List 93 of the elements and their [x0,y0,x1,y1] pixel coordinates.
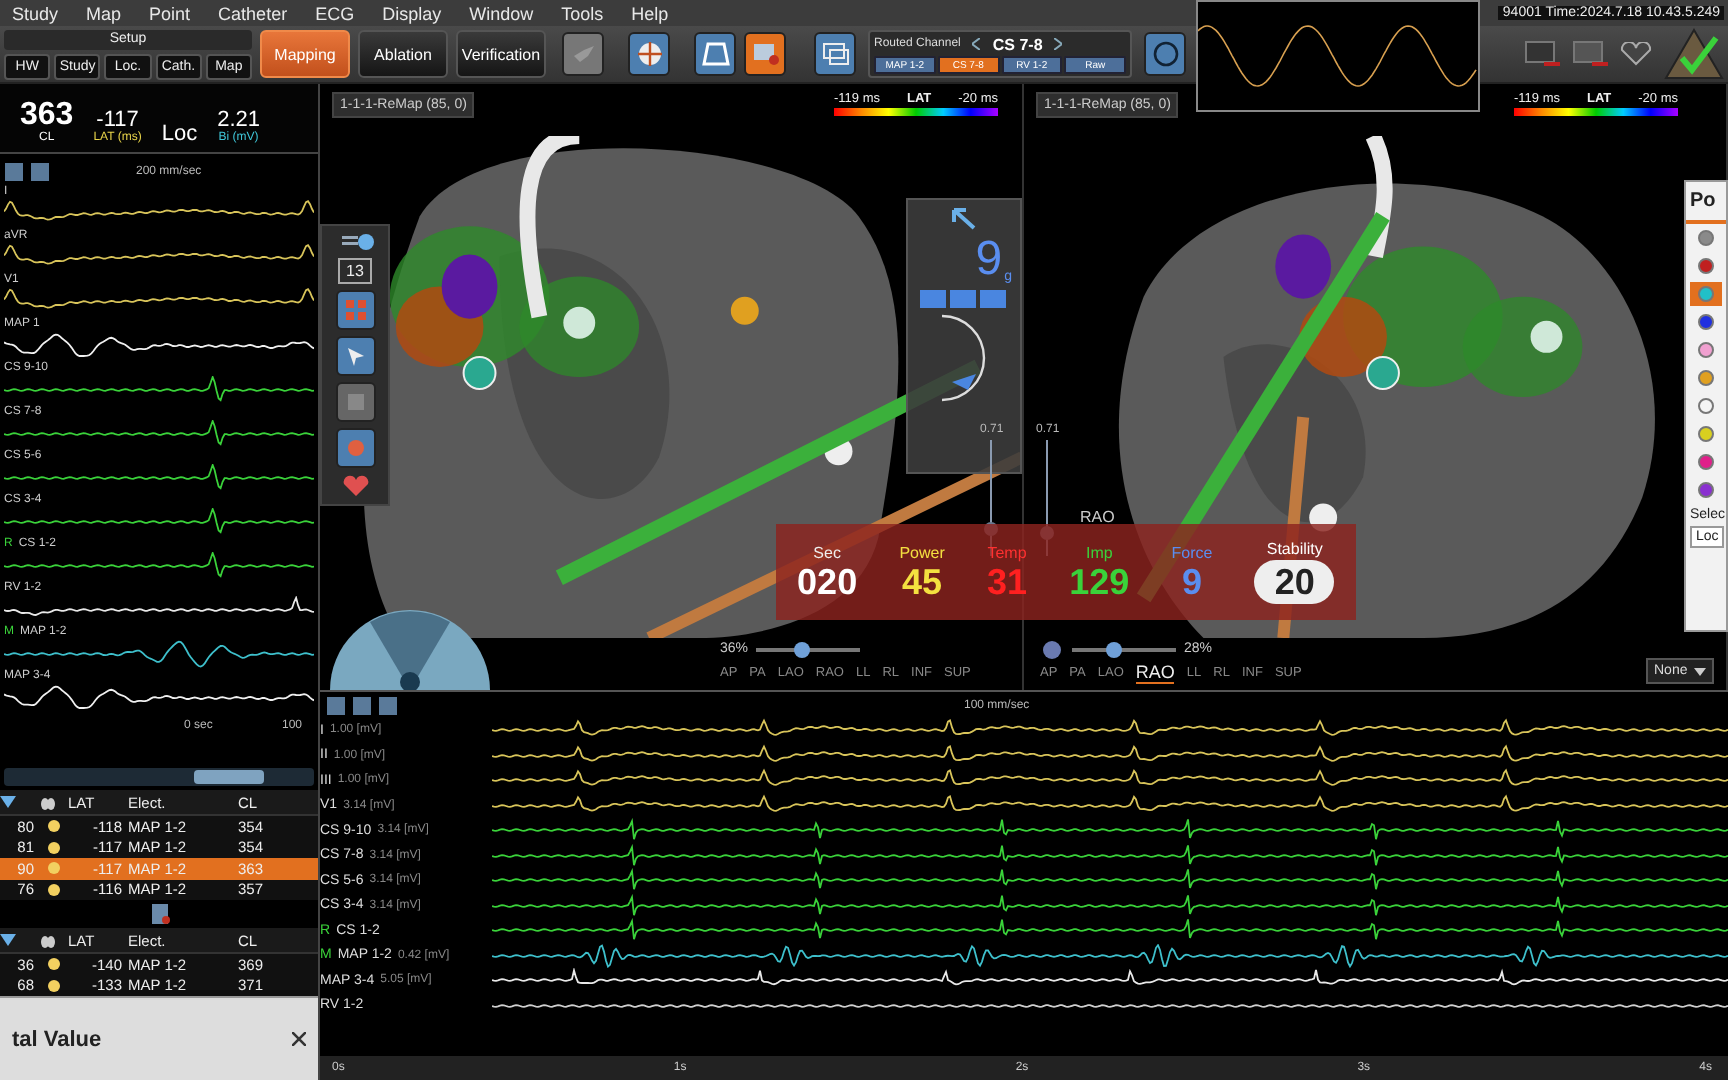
grid-tool-button[interactable] [335,290,375,330]
triangle-icon [701,42,729,66]
ablation-value: 9 [1182,564,1203,600]
menu-item[interactable]: Help [631,3,669,23]
zoom-thumb[interactable] [1105,641,1122,657]
menu-item[interactable]: Point [149,3,191,23]
close-button[interactable] [292,1029,306,1049]
ablation-label: Stability [1266,540,1323,558]
lungs-icon [40,794,56,810]
sphere-icon [824,437,853,466]
chevron-right-icon[interactable] [1054,38,1063,50]
monitor-icon [821,42,849,66]
menu-item[interactable]: Catheter [218,3,288,23]
close-icon [292,1031,306,1045]
filter-icon[interactable] [0,934,16,946]
ablation-label: Sec [813,544,841,562]
point-dot [48,958,60,971]
pointer-tool-button[interactable] [335,336,375,376]
point-dot [48,883,60,896]
menu-item[interactable]: ECG [315,3,355,23]
reading-value: 2.21 [217,109,260,132]
chart-icon[interactable] [30,161,50,181]
reading-value: 363 [20,99,74,132]
force-direction-icon [940,314,988,402]
lungs-icon [40,932,56,948]
sheath-tube [1365,136,1393,259]
mode-tab[interactable]: Mapping [260,30,350,78]
ablation-label: Imp [1085,544,1113,562]
crosshair-icon [635,40,663,68]
scrollbar[interactable] [4,768,314,786]
menu-item[interactable]: Study [12,3,59,23]
save-icon[interactable] [378,695,398,715]
chart-icon[interactable] [352,695,372,715]
circle-icon [1151,40,1179,68]
target-button[interactable] [628,32,670,76]
ablation-value: 020 [797,564,858,600]
capture-button[interactable] [744,32,786,76]
reading-value: Loc [161,124,198,146]
ablation-value: 31 [987,564,1028,600]
scroll-thumb[interactable] [194,770,264,784]
sphere-icon[interactable] [1040,639,1064,659]
mode-tab[interactable]: Verification [456,30,546,78]
point-dot [48,979,60,992]
blank-tool-button[interactable] [335,382,375,422]
view-button[interactable]: RAO [1135,662,1175,684]
ablation-label: Power [899,544,945,562]
point-dot [48,820,60,833]
tool-icon[interactable] [147,902,171,926]
menu-item[interactable]: Tools [561,3,604,23]
chevron-left-icon[interactable] [972,38,981,50]
zoom-icon[interactable] [4,161,24,181]
count-field[interactable]: 13 [338,258,372,284]
record-button[interactable] [1144,32,1186,76]
menu-item[interactable]: Map [86,3,122,23]
bird-icon [571,44,595,64]
heart-icon[interactable] [341,474,369,498]
pointer-icon [343,344,367,368]
force-value: 9 [975,236,1003,284]
ablation-label: Force [1171,544,1213,562]
color-option[interactable] [1690,282,1722,306]
ablation-value: 129 [1069,564,1130,600]
filter-icon[interactable] [0,796,16,808]
view-name: RAO [1080,508,1115,526]
list-icon[interactable] [337,232,373,252]
square-icon [343,390,367,414]
point-dot [48,841,60,854]
caret-icon [1694,667,1706,675]
panel-title: Po [1686,182,1726,224]
ablation-value: 45 [902,564,943,600]
sphere-icon [730,296,759,325]
monitor-icon[interactable] [1572,40,1608,68]
camera-tool-button[interactable] [335,428,375,468]
circle-icon [343,436,367,460]
force-bars-icon [920,290,1008,308]
monitor-icon[interactable] [1524,40,1560,68]
screens-button[interactable] [814,32,856,76]
menu-item[interactable]: Window [469,3,534,23]
reading-value: -117 [96,109,139,132]
point-dot [48,862,60,875]
mode-tab[interactable]: Ablation [358,30,448,78]
zoom-thumb[interactable] [794,641,811,657]
menu-item[interactable]: Display [382,3,442,23]
grid-icon [343,298,367,322]
arrow-icon [950,206,978,230]
routed-channel-value: CS 7-8 [992,35,1043,53]
panel-title: tal Value [12,1027,102,1051]
image-icon [751,42,779,66]
heart-icon[interactable] [1620,42,1652,66]
check-triangle-icon[interactable] [1664,28,1724,80]
zoom-icon[interactable] [326,695,346,715]
ablation-label: Temp [987,544,1027,562]
shape-button[interactable] [694,32,736,76]
ablation-value: 20 [1254,560,1335,604]
